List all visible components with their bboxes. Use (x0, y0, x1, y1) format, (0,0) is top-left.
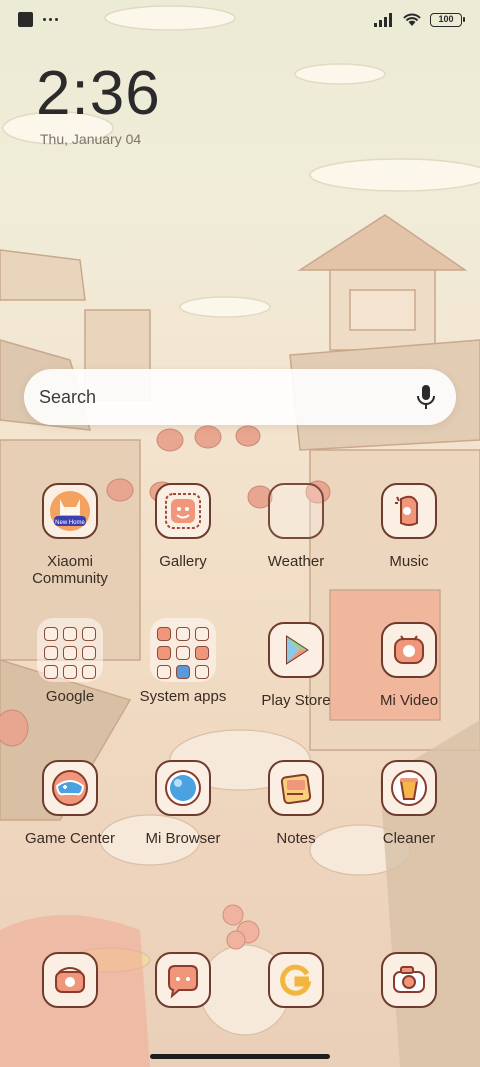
wifi-icon (403, 13, 421, 26)
app-play-store[interactable]: Play Store (236, 622, 356, 709)
microphone-icon[interactable] (414, 384, 438, 410)
system-apps-folder-icon[interactable] (150, 618, 216, 682)
folder-system-apps[interactable]: System apps (123, 618, 243, 705)
game-center-label: Game Center (24, 830, 116, 847)
mi-browser-label: Mi Browser (145, 830, 221, 847)
weather-icon[interactable] (268, 483, 324, 539)
app-mi-video[interactable]: Mi Video (349, 622, 469, 709)
dock-phone[interactable] (10, 952, 130, 1008)
gallery-label: Gallery (159, 553, 207, 570)
messaging-icon[interactable] (155, 952, 211, 1008)
square-notification-icon (18, 12, 33, 27)
more-dots-icon (43, 18, 58, 21)
dock-messaging[interactable] (123, 952, 243, 1008)
mi-browser-icon[interactable] (155, 760, 211, 816)
chrome-like-icon[interactable] (268, 952, 324, 1008)
clock-time[interactable]: 2:36 (36, 58, 161, 129)
xiaomi-community-label: Xiaomi Community (32, 553, 108, 587)
app-gallery[interactable]: Gallery (123, 483, 243, 570)
music-label: Music (389, 553, 429, 570)
google-label: Google (45, 688, 95, 705)
search-bar[interactable]: Search (24, 369, 456, 425)
app-music[interactable]: Music (349, 483, 469, 570)
svg-text:New Home: New Home (55, 520, 85, 526)
camera-icon[interactable] (381, 952, 437, 1008)
mi-video-icon[interactable] (381, 622, 437, 678)
app-cleaner[interactable]: Cleaner (349, 760, 469, 847)
weather-label: Weather (267, 553, 325, 570)
game-center-icon[interactable] (42, 760, 98, 816)
dock-camera[interactable] (349, 952, 469, 1008)
app-notes[interactable]: Notes (236, 760, 356, 847)
gallery-icon[interactable] (155, 483, 211, 539)
google-folder-icon[interactable] (37, 618, 103, 682)
app-xiaomi-community[interactable]: New Home Xiaomi Community (10, 483, 130, 587)
clock-date[interactable]: Thu, January 04 (40, 131, 141, 147)
home-gesture-bar[interactable] (150, 1054, 330, 1059)
battery-icon: 100 (430, 12, 465, 27)
app-game-center[interactable]: Game Center (10, 760, 130, 847)
phone-icon[interactable] (42, 952, 98, 1008)
app-weather[interactable]: Weather (236, 483, 356, 570)
dock-google[interactable] (236, 952, 356, 1008)
xiaomi-community-icon[interactable]: New Home (42, 483, 98, 539)
cleaner-label: Cleaner (382, 830, 436, 847)
notes-icon[interactable] (268, 760, 324, 816)
music-icon[interactable] (381, 483, 437, 539)
system-apps-label: System apps (139, 688, 227, 705)
app-mi-browser[interactable]: Mi Browser (123, 760, 243, 847)
search-placeholder[interactable]: Search (39, 387, 96, 408)
play-store-icon[interactable] (268, 622, 324, 678)
cleaner-icon[interactable] (381, 760, 437, 816)
mi-video-label: Mi Video (379, 692, 439, 709)
signal-icon (374, 12, 392, 27)
folder-google[interactable]: Google (10, 618, 130, 705)
notes-label: Notes (276, 830, 316, 847)
status-bar: 100 (0, 0, 480, 40)
play-store-label: Play Store (261, 692, 331, 709)
